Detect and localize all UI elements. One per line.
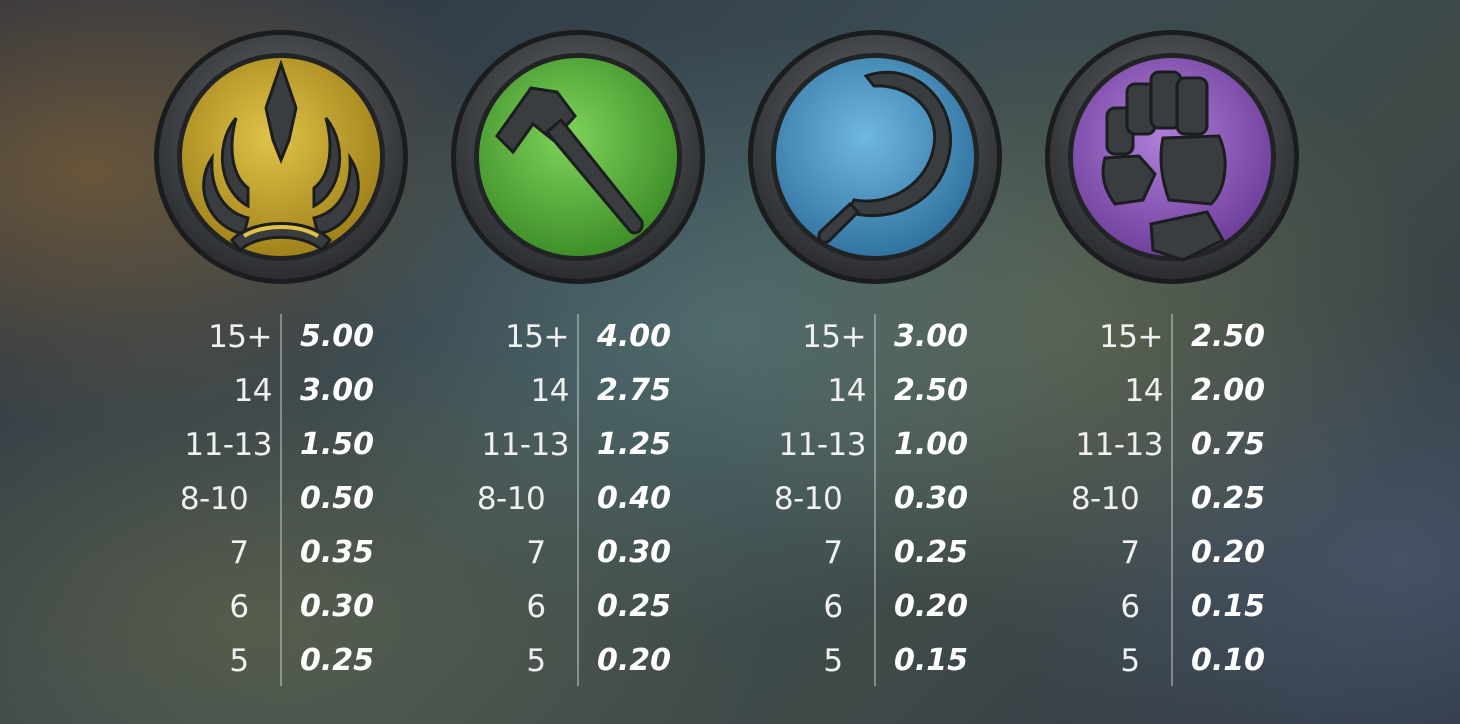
symbol-count: 14 xyxy=(1124,373,1164,409)
payout-value: 0.25 xyxy=(894,535,969,570)
payout-value: 0.30 xyxy=(300,589,375,624)
sickle-icon xyxy=(748,30,1002,284)
paytable-row: 5 0.25 xyxy=(150,634,450,688)
payout-value: 3.00 xyxy=(894,319,969,354)
symbol-count: 5 xyxy=(526,643,546,679)
payout-value: 0.20 xyxy=(894,589,969,624)
paytable-fist: 15+ 2.50 14 2.00 11-13 0.75 8-10 0.25 7 0.20 … xyxy=(1041,310,1341,690)
payout-value: 1.00 xyxy=(894,427,969,462)
symbol-count: 11-13 xyxy=(778,427,866,463)
symbol-count: 7 xyxy=(823,535,843,571)
payout-value: 0.30 xyxy=(894,481,969,516)
crown-symbol xyxy=(152,28,410,286)
symbol-count: 14 xyxy=(827,373,867,409)
payout-value: 0.75 xyxy=(1191,427,1266,462)
paytable-row: 15+ 3.00 xyxy=(744,310,1044,364)
symbol-count: 6 xyxy=(823,589,843,625)
paytable-row: 7 0.35 xyxy=(150,526,450,580)
paytable-row: 15+ 4.00 xyxy=(447,310,747,364)
fist-symbol xyxy=(1043,28,1301,286)
symbol-count: 7 xyxy=(526,535,546,571)
paytable-row: 5 0.20 xyxy=(447,634,747,688)
paytable-row: 11-13 1.50 xyxy=(150,418,450,472)
symbol-count: 5 xyxy=(229,643,249,679)
symbol-count: 14 xyxy=(233,373,273,409)
paytable-row: 14 3.00 xyxy=(150,364,450,418)
payout-value: 2.75 xyxy=(597,373,672,408)
symbol-count: 5 xyxy=(1120,643,1140,679)
payout-value: 3.00 xyxy=(300,373,375,408)
payout-value: 0.25 xyxy=(300,643,375,678)
symbol-count: 14 xyxy=(530,373,570,409)
payout-value: 0.15 xyxy=(894,643,969,678)
symbol-count: 15+ xyxy=(208,319,272,355)
symbol-count: 6 xyxy=(526,589,546,625)
payout-value: 0.25 xyxy=(597,589,672,624)
symbol-count: 8-10 xyxy=(179,481,249,517)
crown-icon xyxy=(154,30,408,284)
paytable-row: 7 0.25 xyxy=(744,526,1044,580)
payout-value: 0.35 xyxy=(300,535,375,570)
paytable-row: 7 0.30 xyxy=(447,526,747,580)
payout-value: 2.50 xyxy=(1191,319,1266,354)
payout-value: 5.00 xyxy=(300,319,375,354)
payout-value: 0.15 xyxy=(1191,589,1266,624)
symbol-count: 11-13 xyxy=(184,427,272,463)
paytable-row: 15+ 2.50 xyxy=(1041,310,1341,364)
paytable-row: 11-13 1.00 xyxy=(744,418,1044,472)
paytable-row: 11-13 0.75 xyxy=(1041,418,1341,472)
payout-value: 0.20 xyxy=(597,643,672,678)
paytable-row: 14 2.75 xyxy=(447,364,747,418)
payout-value: 0.20 xyxy=(1191,535,1266,570)
paytable-row: 8-10 0.40 xyxy=(447,472,747,526)
symbol-count: 6 xyxy=(1120,589,1140,625)
paytable-row: 8-10 0.25 xyxy=(1041,472,1341,526)
symbol-count: 11-13 xyxy=(481,427,569,463)
sickle-symbol xyxy=(746,28,1004,286)
paytable-row: 6 0.15 xyxy=(1041,580,1341,634)
symbol-count: 15+ xyxy=(505,319,569,355)
symbol-count: 11-13 xyxy=(1075,427,1163,463)
symbol-count: 5 xyxy=(823,643,843,679)
payout-value: 0.10 xyxy=(1191,643,1266,678)
paytable-row: 7 0.20 xyxy=(1041,526,1341,580)
paytable-row: 5 0.10 xyxy=(1041,634,1341,688)
paytable-sickle: 15+ 3.00 14 2.50 11-13 1.00 8-10 0.30 7 0.25 … xyxy=(744,310,1044,690)
payout-value: 2.00 xyxy=(1191,373,1266,408)
paytable-row: 11-13 1.25 xyxy=(447,418,747,472)
paytable-row: 14 2.00 xyxy=(1041,364,1341,418)
symbol-count: 7 xyxy=(1120,535,1140,571)
paytable-row: 6 0.25 xyxy=(447,580,747,634)
symbol-count: 15+ xyxy=(802,319,866,355)
symbol-count: 7 xyxy=(229,535,249,571)
payout-value: 0.25 xyxy=(1191,481,1266,516)
payout-value: 2.50 xyxy=(894,373,969,408)
symbol-count: 8-10 xyxy=(773,481,843,517)
paytable-row: 8-10 0.50 xyxy=(150,472,450,526)
payout-value: 0.40 xyxy=(597,481,672,516)
symbol-count: 8-10 xyxy=(1070,481,1140,517)
paytable-row: 8-10 0.30 xyxy=(744,472,1044,526)
symbol-count: 15+ xyxy=(1099,319,1163,355)
paytable-row: 6 0.30 xyxy=(150,580,450,634)
payout-value: 4.00 xyxy=(597,319,672,354)
paytable-row: 14 2.50 xyxy=(744,364,1044,418)
symbol-count: 8-10 xyxy=(476,481,546,517)
hammer-icon xyxy=(451,30,705,284)
payout-value: 1.50 xyxy=(300,427,375,462)
payout-value: 0.50 xyxy=(300,481,375,516)
symbol-count: 6 xyxy=(229,589,249,625)
paytable-row: 6 0.20 xyxy=(744,580,1044,634)
paytable-row: 5 0.15 xyxy=(744,634,1044,688)
payout-value: 0.30 xyxy=(597,535,672,570)
paytable-row: 15+ 5.00 xyxy=(150,310,450,364)
fist-icon xyxy=(1045,30,1299,284)
paytable-crown: 15+ 5.00 14 3.00 11-13 1.50 8-10 0.50 7 0.35 … xyxy=(150,310,450,690)
hammer-symbol xyxy=(449,28,707,286)
payout-value: 1.25 xyxy=(597,427,672,462)
paytable-hammer: 15+ 4.00 14 2.75 11-13 1.25 8-10 0.40 7 0.30 … xyxy=(447,310,747,690)
